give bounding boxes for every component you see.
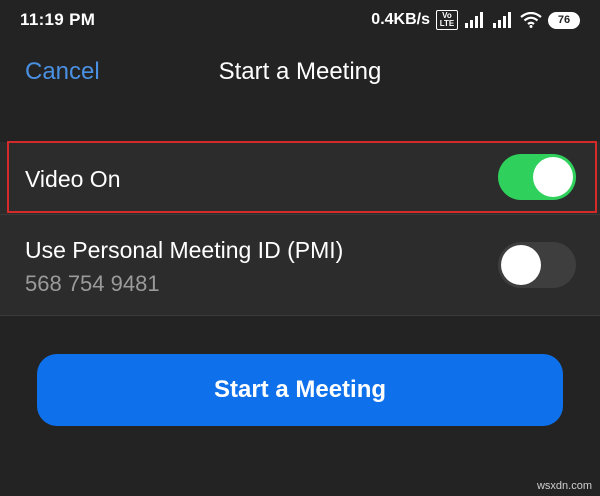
- battery-icon: 76: [548, 11, 580, 29]
- pmi-row: Use Personal Meeting ID (PMI) 568 754 94…: [0, 214, 600, 316]
- nav-bar: Start a Meeting Cancel: [0, 40, 600, 104]
- status-bar: 11:19 PM 0.4KB/s Vo LTE 76: [0, 0, 600, 40]
- screen: 11:19 PM 0.4KB/s Vo LTE 76 Start a Meeti…: [0, 0, 600, 496]
- start-meeting-button[interactable]: Start a Meeting: [37, 354, 563, 426]
- volte-icon: Vo LTE: [436, 10, 458, 30]
- signal-icon: [465, 12, 483, 28]
- status-icons: 0.4KB/s Vo LTE 76: [371, 10, 580, 30]
- watermark: wsxdn.com: [536, 480, 592, 492]
- wifi-icon: [520, 12, 542, 28]
- toggle-knob: [501, 245, 541, 285]
- network-speed: 0.4KB/s: [371, 11, 430, 28]
- pmi-label: Use Personal Meeting ID (PMI): [25, 237, 344, 263]
- battery-level: 76: [557, 14, 571, 26]
- pmi-toggle[interactable]: [498, 242, 576, 288]
- volte-bottom: LTE: [439, 19, 455, 28]
- signal-icon: [493, 12, 511, 28]
- cancel-button[interactable]: Cancel: [25, 58, 100, 86]
- highlight-box: [7, 141, 597, 213]
- status-time: 11:19 PM: [20, 10, 96, 29]
- pmi-id: 568 754 9481: [25, 271, 160, 296]
